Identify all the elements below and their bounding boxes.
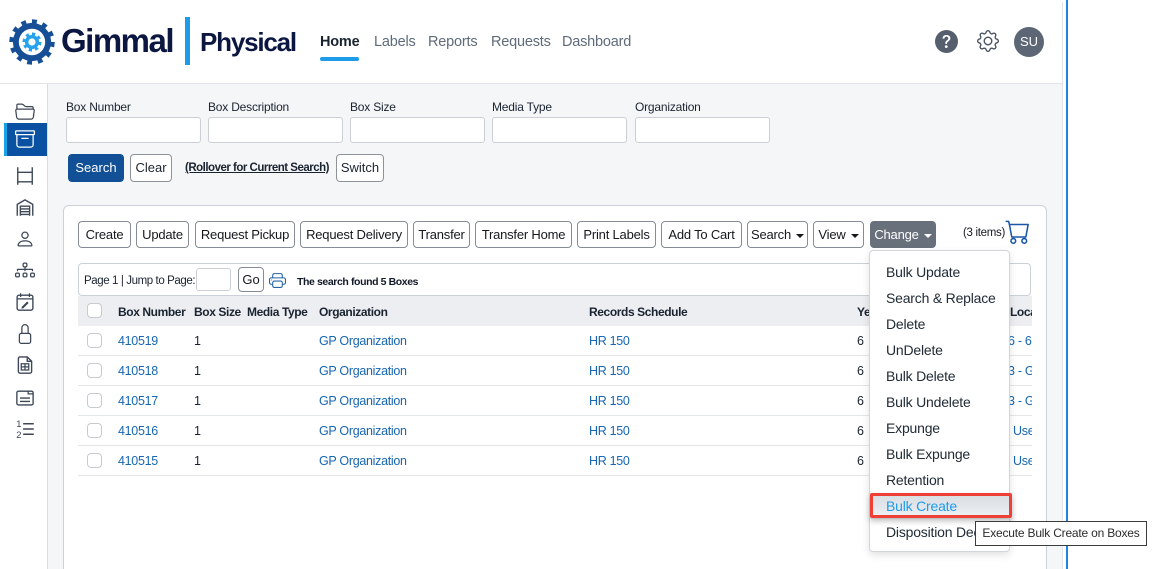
svg-text:1: 1: [16, 419, 21, 429]
svg-text:2: 2: [16, 430, 21, 439]
